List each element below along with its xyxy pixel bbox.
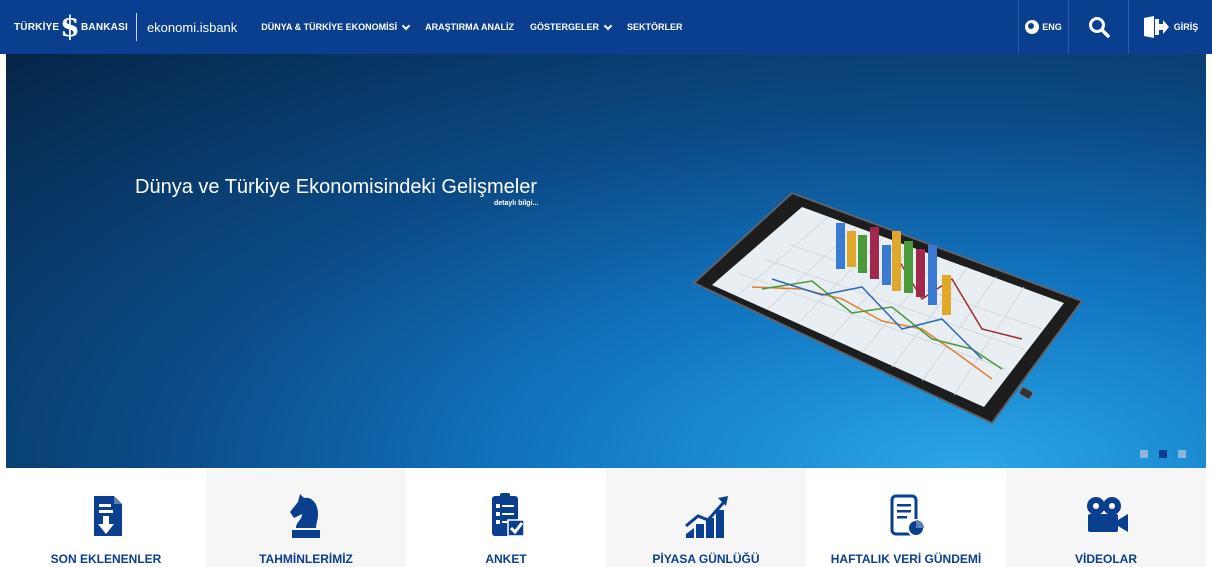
menu-item-gostergeler[interactable]: GÖSTERGELER (529, 21, 613, 32)
tile-label: HAFTALIK VERİ GÜNDEMİ (830, 552, 982, 566)
brand-left-text: TÜRKİYE (14, 21, 60, 33)
slider-dot-2[interactable] (1159, 450, 1167, 458)
tile-haftalik-veri-gundemi[interactable]: HAFTALIK VERİ GÜNDEMİ (806, 468, 1006, 567)
site-name[interactable]: ekonomi.isbank (147, 20, 237, 35)
bank-logo[interactable]: TÜRKİYE $ BANKASI (14, 13, 128, 41)
login-door-icon (1143, 16, 1169, 38)
survey-checklist-icon (492, 493, 525, 537)
search-icon (1088, 17, 1110, 38)
hero-detail-link[interactable]: detaylı bilgi... (494, 200, 538, 207)
slider-dot-3[interactable] (1178, 450, 1186, 458)
brand[interactable]: TÜRKİYE $ BANKASI ekonomi.isbank (0, 0, 237, 54)
tile-tahminlerimiz[interactable]: TAHMİNLERİMİZ (206, 468, 406, 567)
login-label: GİRİŞ (1173, 22, 1199, 32)
language-label: ENG (1042, 22, 1062, 32)
menu-item-label: GÖSTERGELER (529, 22, 599, 32)
menu-item-arastirma[interactable]: ARAŞTIRMA ANALİZ (425, 22, 514, 32)
growth-chart-icon (685, 496, 728, 538)
menu-item-label: ARAŞTIRMA ANALİZ (425, 22, 514, 32)
tile-label: VİDEOLAR (1074, 552, 1137, 566)
login-button[interactable]: GİRİŞ (1128, 0, 1212, 54)
report-pie-icon (890, 494, 925, 537)
tile-anket[interactable]: ANKET (406, 468, 606, 567)
globe-icon (1025, 20, 1040, 34)
video-camera-icon (1087, 497, 1128, 532)
brand-s-mark: $ (60, 10, 80, 43)
tile-label: PİYASA GÜNLÜĞÜ (652, 552, 760, 566)
quick-links: SON EKLENENLER TAHMİNLERİMİZ ANKET PİYAS… (6, 468, 1206, 567)
chevron-down-icon (401, 21, 411, 30)
menu-item-label: DÜNYA & TÜRKİYE EKONOMİSİ (261, 22, 398, 32)
slider-dot-1[interactable] (1140, 450, 1148, 458)
menu-item-dunya-turkiye[interactable]: DÜNYA & TÜRKİYE EKONOMİSİ (261, 21, 411, 32)
search-button[interactable] (1068, 0, 1128, 54)
tablet-chart-illustration (692, 191, 1084, 425)
hero-slider[interactable]: Dünya ve Türkiye Ekonomisindeki Gelişmel… (6, 54, 1206, 468)
hero-title[interactable]: Dünya ve Türkiye Ekonomisindeki Gelişmel… (135, 176, 537, 199)
tile-label: SON EKLENENLER (50, 552, 162, 566)
tile-videolar[interactable]: VİDEOLAR (1006, 468, 1206, 567)
chevron-down-icon (603, 21, 613, 30)
language-button[interactable]: ENG (1018, 0, 1068, 54)
slider-dots (1129, 450, 1186, 458)
tile-label: ANKET (485, 552, 527, 566)
tile-piyasa-gunlugu[interactable]: PİYASA GÜNLÜĞÜ (606, 468, 806, 567)
brand-divider (135, 13, 137, 41)
menu-item-label: SEKTÖRLER (626, 22, 683, 32)
top-navbar: TÜRKİYE $ BANKASI ekonomi.isbank DÜNYA &… (0, 0, 1212, 54)
chess-knight-icon (290, 494, 320, 538)
brand-right-text: BANKASI (80, 21, 128, 33)
document-download-icon (94, 496, 122, 536)
tile-label: TAHMİNLERİMİZ (259, 552, 353, 566)
nav-actions: ENG GİRİŞ (1018, 0, 1212, 54)
menu-item-sektorler[interactable]: SEKTÖRLER (627, 22, 683, 32)
tile-son-eklenenler[interactable]: SON EKLENENLER (6, 468, 206, 567)
main-menu: DÜNYA & TÜRKİYE EKONOMİSİ ARAŞTIRMA ANAL… (261, 21, 698, 32)
